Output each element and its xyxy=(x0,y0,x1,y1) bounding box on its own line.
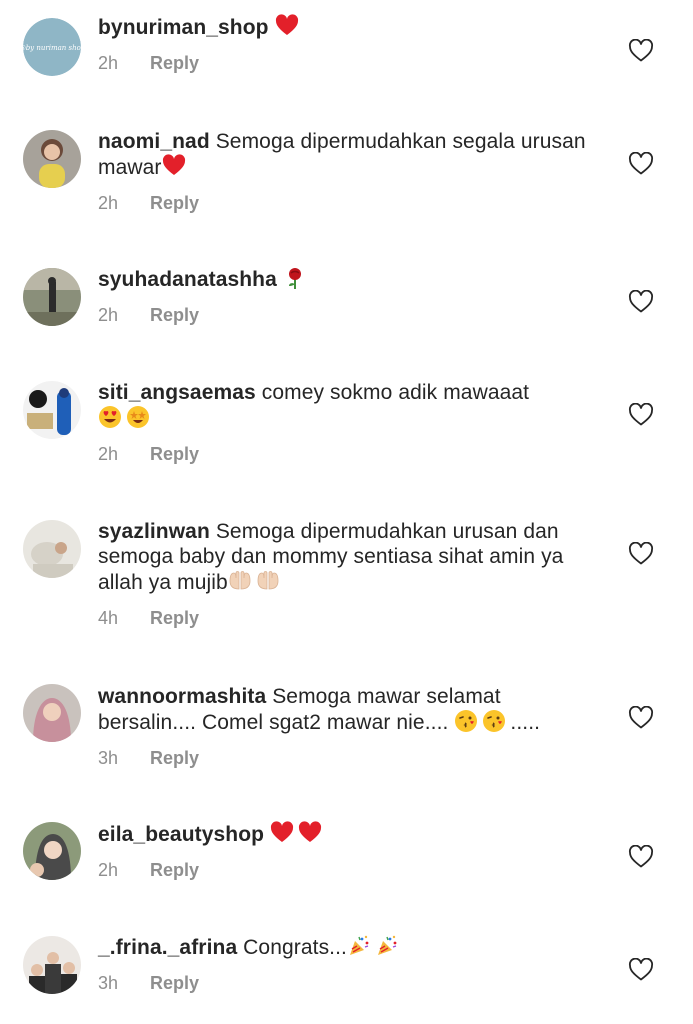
comment-text: comey sokmo adik mawaaat xyxy=(261,381,530,404)
comment-username[interactable]: bynuriman_shop xyxy=(98,16,269,39)
party-popper-emoji xyxy=(375,934,399,958)
red-heart-emoji xyxy=(298,821,322,845)
avatar[interactable] xyxy=(23,936,81,994)
palms-up-together-emoji xyxy=(228,569,252,593)
comment-username[interactable]: wannoormashita xyxy=(98,685,266,708)
reply-button[interactable]: Reply xyxy=(150,973,199,993)
palms-up-together-emoji xyxy=(256,569,280,593)
comment-time: 2h xyxy=(98,193,119,213)
avatar[interactable] xyxy=(23,381,81,439)
comment-username[interactable]: eila_beautyshop xyxy=(98,823,264,846)
reply-button[interactable]: Reply xyxy=(150,305,199,325)
like-heart-icon[interactable] xyxy=(628,402,654,427)
comment-time: 3h xyxy=(98,973,119,993)
comment-time: 3h xyxy=(98,748,119,768)
reply-button[interactable]: Reply xyxy=(150,748,199,768)
heart-eyes-emoji xyxy=(98,405,122,429)
comment-time: 4h xyxy=(98,608,119,628)
red-heart-emoji xyxy=(270,821,294,845)
comment-time: 2h xyxy=(98,305,119,325)
like-heart-icon[interactable] xyxy=(628,289,654,314)
star-struck-emoji xyxy=(126,405,150,429)
like-heart-icon[interactable] xyxy=(628,705,654,730)
comment-username[interactable]: naomi_nad xyxy=(98,130,210,153)
avatar[interactable] xyxy=(23,268,81,326)
avatar[interactable]: @by nuriman shop xyxy=(23,18,81,76)
like-heart-icon[interactable] xyxy=(628,844,654,869)
reply-button[interactable]: Reply xyxy=(150,53,199,73)
avatar-logo-text: @by nuriman shop xyxy=(23,44,81,52)
like-heart-icon[interactable] xyxy=(628,151,654,176)
avatar[interactable] xyxy=(23,520,81,578)
red-heart-emoji xyxy=(162,154,186,178)
reply-button[interactable]: Reply xyxy=(150,608,199,628)
comment-time: 2h xyxy=(98,53,119,73)
avatar[interactable] xyxy=(23,684,81,742)
kissing-heart-emoji xyxy=(482,709,506,733)
comment-time: 2h xyxy=(98,860,119,880)
comment-text: Congrats... xyxy=(243,936,347,959)
comment-time: 2h xyxy=(98,444,119,464)
comment-text-tail: ..... xyxy=(510,711,541,734)
red-heart-emoji xyxy=(275,14,299,38)
rose-emoji xyxy=(283,266,307,290)
reply-button[interactable]: Reply xyxy=(150,444,199,464)
party-popper-emoji xyxy=(347,934,371,958)
comment-username[interactable]: siti_angsaemas xyxy=(98,381,256,404)
avatar[interactable] xyxy=(23,130,81,188)
comment-username[interactable]: _.frina._afrina xyxy=(98,936,237,959)
avatar[interactable] xyxy=(23,822,81,880)
like-heart-icon[interactable] xyxy=(628,541,654,566)
comment-username[interactable]: syuhadanatashha xyxy=(98,268,277,291)
like-heart-icon[interactable] xyxy=(628,38,654,63)
kissing-heart-emoji xyxy=(454,709,478,733)
reply-button[interactable]: Reply xyxy=(150,860,199,880)
like-heart-icon[interactable] xyxy=(628,957,654,982)
reply-button[interactable]: Reply xyxy=(150,193,199,213)
comment-username[interactable]: syazlinwan xyxy=(98,520,210,543)
